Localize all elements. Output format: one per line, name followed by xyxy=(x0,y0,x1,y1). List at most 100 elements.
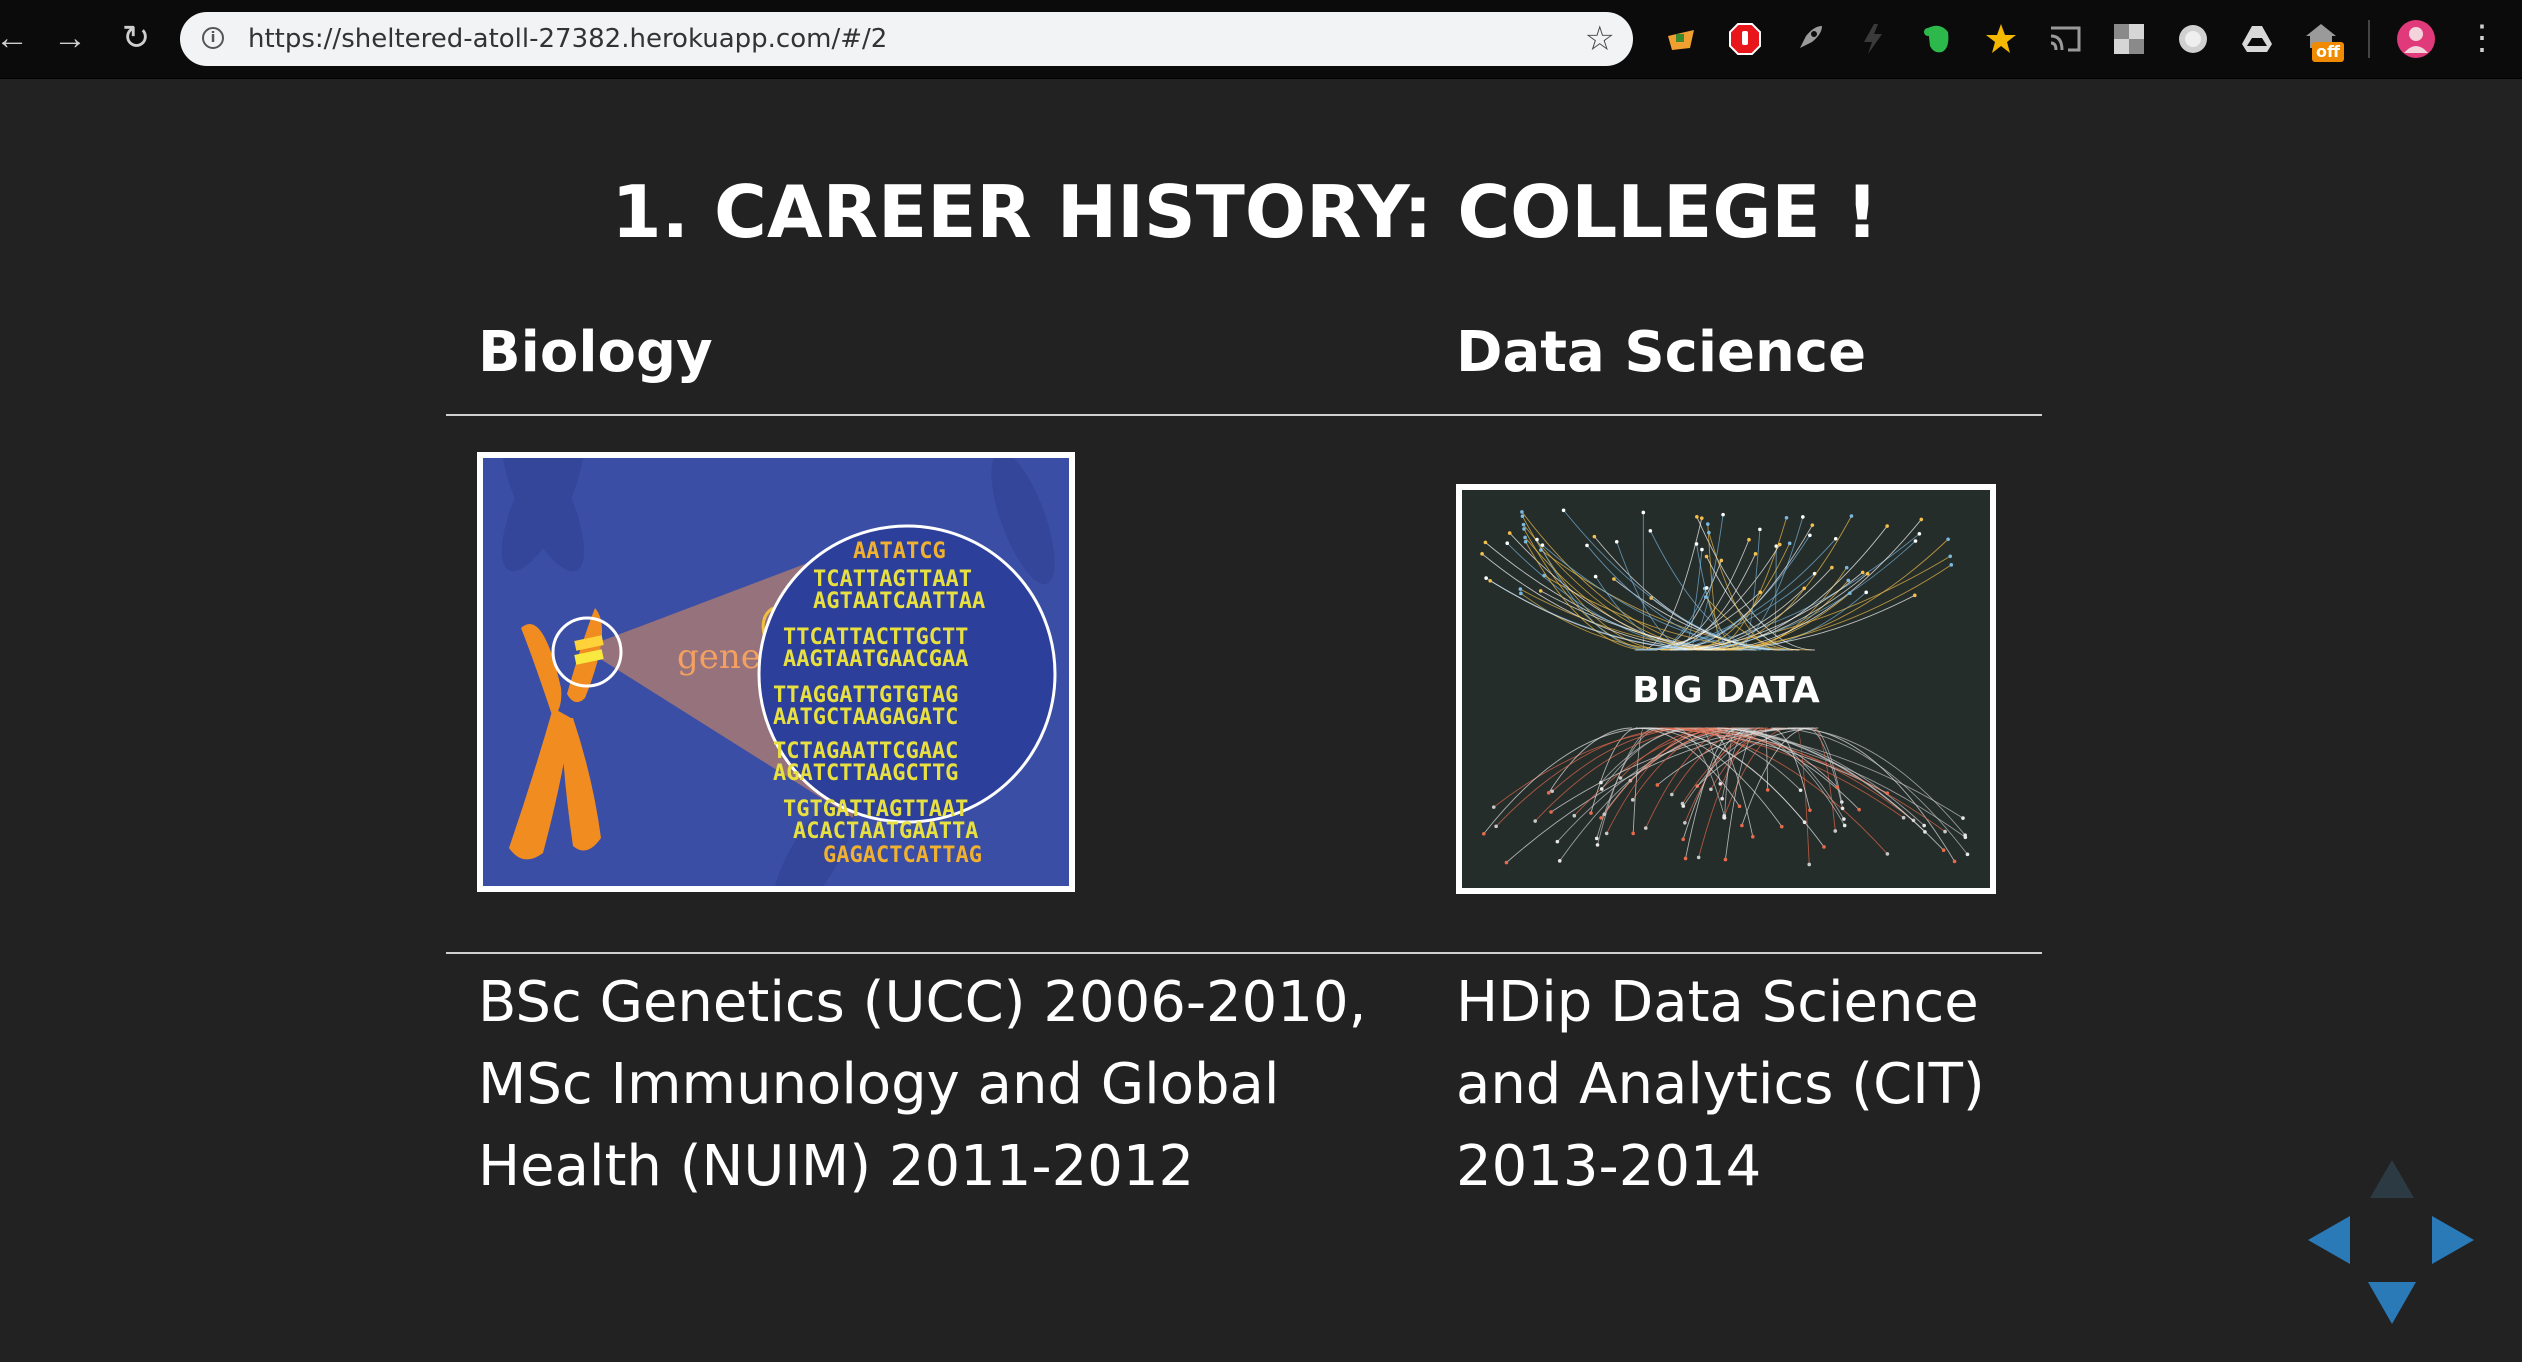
nav-down-arrow[interactable] xyxy=(2368,1282,2416,1324)
nav-left-arrow[interactable] xyxy=(2308,1216,2350,1264)
network-node xyxy=(1594,836,1599,841)
network-node xyxy=(1917,532,1922,536)
network-node xyxy=(1721,512,1725,517)
network-node xyxy=(1765,788,1770,792)
network-node xyxy=(1604,831,1609,836)
adblock-icon[interactable] xyxy=(1728,22,1762,56)
network-node xyxy=(1630,798,1635,802)
network-node xyxy=(1706,522,1710,526)
network-node xyxy=(1505,541,1510,546)
network-node xyxy=(1720,796,1724,801)
network-node xyxy=(1946,537,1950,542)
network-node xyxy=(1737,804,1742,809)
big-data-label: BIG DATA xyxy=(1632,670,1820,711)
data-science-line-3: 2013-2014 xyxy=(1456,1134,1762,1199)
evernote-icon[interactable] xyxy=(1920,22,1954,56)
nav-right-arrow[interactable] xyxy=(2432,1216,2474,1264)
nav-up-arrow[interactable] xyxy=(2370,1160,2414,1198)
network-node xyxy=(1648,529,1653,533)
network-node xyxy=(1723,857,1728,862)
puzzle-extension-icon[interactable] xyxy=(2112,22,2146,56)
network-node xyxy=(1494,824,1498,829)
network-node xyxy=(1535,537,1539,542)
network-node xyxy=(1484,576,1488,580)
network-node xyxy=(1681,804,1686,808)
network-node xyxy=(1913,539,1918,543)
network-node xyxy=(1758,590,1763,595)
svg-text:GAGACTCATTAG: GAGACTCATTAG xyxy=(823,843,982,868)
cast-icon[interactable] xyxy=(2048,22,2082,56)
gene-label: gene xyxy=(677,637,761,677)
network-node xyxy=(1704,586,1709,590)
svg-text:AATGCTAAGAGATC: AATGCTAAGAGATC xyxy=(773,705,958,730)
chromosome-gene-image: gene AATATCG TCATTAGTTAAT AGTAATCAATTAA … xyxy=(477,452,1075,892)
network-node xyxy=(1747,537,1751,542)
circle-extension-icon[interactable] xyxy=(2176,22,2210,56)
network-node xyxy=(1857,807,1861,812)
drive-icon[interactable] xyxy=(2240,22,2274,56)
network-node xyxy=(1546,791,1551,795)
network-node xyxy=(1549,810,1553,814)
network-node xyxy=(1707,530,1711,535)
table-header-rule xyxy=(446,414,2042,416)
bolt-icon[interactable] xyxy=(1856,22,1890,56)
network-node xyxy=(1538,589,1543,593)
network-node xyxy=(1719,558,1724,563)
home-extension-icon[interactable]: off xyxy=(2304,22,2348,62)
browser-menu-icon[interactable]: ⋮ xyxy=(2462,18,2502,58)
browser-toolbar: ← → ↻ i https://sheltered-atoll-27382.he… xyxy=(0,0,2522,79)
network-node xyxy=(1864,590,1869,595)
toolbar-divider xyxy=(2368,20,2370,58)
svg-text:AATATCG: AATATCG xyxy=(853,539,946,564)
network-node xyxy=(1519,591,1523,596)
address-bar[interactable]: i https://sheltered-atoll-27382.herokuap… xyxy=(180,12,1633,66)
back-icon[interactable]: ← xyxy=(0,18,32,58)
network-node xyxy=(1523,539,1528,544)
network-node xyxy=(1593,574,1598,579)
biology-line-2: MSc Immunology and Global xyxy=(478,1052,1280,1117)
slide-title: 1. CAREER HISTORY: COLLEGE ! xyxy=(611,170,1879,254)
profile-avatar[interactable] xyxy=(2396,19,2436,59)
network-node xyxy=(1520,510,1524,514)
network-node xyxy=(1963,835,1968,840)
network-node xyxy=(1703,595,1708,599)
network-node xyxy=(1618,776,1623,780)
network-node xyxy=(1860,570,1865,575)
network-node xyxy=(1842,823,1847,828)
extension-orange-icon[interactable] xyxy=(1664,22,1698,56)
network-node xyxy=(1709,787,1713,792)
bookmark-star-icon[interactable]: ☆ xyxy=(1585,20,1615,58)
reload-icon[interactable]: ↻ xyxy=(116,18,156,58)
network-node xyxy=(1949,563,1954,567)
network-node xyxy=(1722,816,1727,820)
network-node xyxy=(1833,536,1838,541)
network-node xyxy=(1919,517,1924,522)
network-node xyxy=(1683,856,1688,861)
data-science-description: HDip Data Science and Analytics (CIT) 20… xyxy=(1456,962,2356,1208)
network-node xyxy=(1948,554,1953,559)
biology-line-3: Health (NUIM) 2011-2012 xyxy=(478,1134,1195,1199)
star-extension-icon[interactable] xyxy=(1984,22,2018,56)
network-node xyxy=(1753,552,1758,556)
network-node xyxy=(1523,535,1527,540)
network-node xyxy=(1641,510,1646,515)
network-node xyxy=(1482,831,1486,836)
url-text[interactable]: https://sheltered-atoll-27382.herokuapp.… xyxy=(248,12,887,66)
network-node xyxy=(1922,823,1926,828)
network-node xyxy=(1885,524,1889,528)
network-node xyxy=(1912,593,1917,598)
data-science-line-2: and Analytics (CIT) xyxy=(1456,1052,1985,1117)
svg-text:ACACTAATGAATTA: ACACTAATGAATTA xyxy=(793,819,978,844)
network-node xyxy=(1592,534,1597,539)
site-info-icon[interactable]: i xyxy=(202,27,224,49)
network-node xyxy=(1589,811,1593,815)
network-node xyxy=(1798,788,1803,793)
network-node xyxy=(1612,577,1616,581)
network-node xyxy=(1830,565,1834,570)
network-node xyxy=(1784,515,1789,520)
rocket-icon[interactable] xyxy=(1792,22,1826,56)
network-node xyxy=(1595,843,1600,847)
network-node xyxy=(1835,785,1840,790)
forward-icon[interactable]: → xyxy=(50,18,90,58)
network-node xyxy=(1572,813,1577,818)
